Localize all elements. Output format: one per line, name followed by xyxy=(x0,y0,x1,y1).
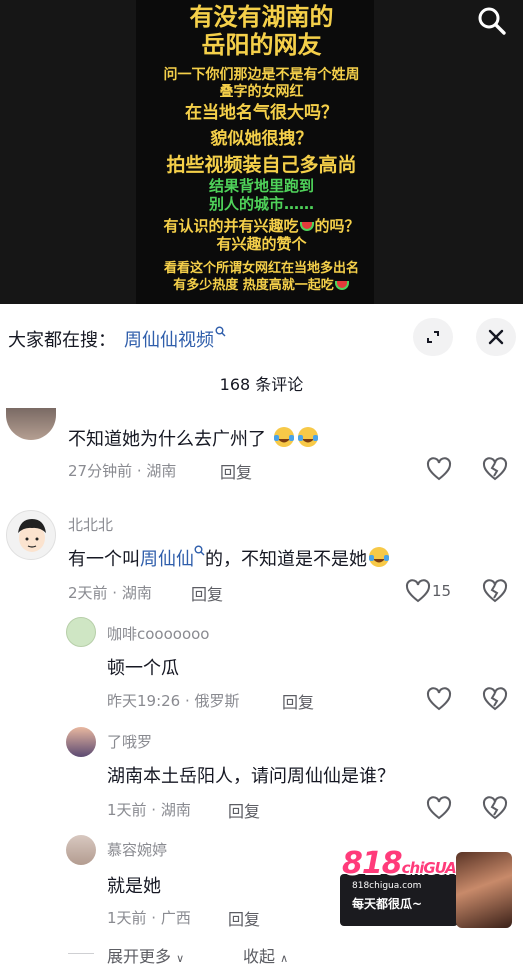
comment-time-location: 27分钟前 · 湖南 xyxy=(68,462,177,480)
like-count: 15 xyxy=(432,582,452,600)
broken-heart-icon[interactable] xyxy=(482,456,508,482)
hot-search-term-link[interactable]: 周仙仙视频 xyxy=(124,326,226,352)
video-caption-line: 拍些视频装自己多高尚 xyxy=(166,154,357,176)
comment-text: 湖南本土岳阳人，请问周仙仙是谁？ xyxy=(107,766,395,787)
expand-comments-button[interactable] xyxy=(413,318,453,356)
watermelon-icon xyxy=(334,281,349,290)
reply-button[interactable]: 回复 xyxy=(220,459,252,483)
video-caption-line: 看看这个所谓女网红在当地多出名 xyxy=(163,261,359,276)
site-watermark: 818chiGUA 818chigua.com 每天都很瓜~ xyxy=(338,846,512,930)
search-icon[interactable] xyxy=(475,4,509,38)
close-icon xyxy=(488,329,504,345)
video-caption-line: 有没有湖南的 xyxy=(189,3,334,31)
reply-button[interactable]: 回复 xyxy=(282,689,314,713)
comment-text: 不知道她为什么去广州了 xyxy=(68,425,320,451)
hot-search-prefix: 大家都在搜： xyxy=(8,330,116,351)
crying-laughing-emoji-icon xyxy=(273,427,294,447)
comment-time-location: 昨天19:26 · 俄罗斯 xyxy=(107,692,240,710)
watermelon-icon xyxy=(299,222,314,231)
heart-icon[interactable] xyxy=(404,578,432,604)
comment-text: 就是她 xyxy=(107,876,161,897)
video-caption-line: 有兴趣的赞个 xyxy=(216,235,307,253)
comment-text: 有一个叫周仙仙 的，不知道是不是她 xyxy=(68,545,391,571)
video-caption-line: 在当地名气很大吗？ xyxy=(185,103,338,123)
watermark-photo xyxy=(456,852,512,928)
commenter-name[interactable]: 慕容婉婷 xyxy=(107,839,167,860)
expand-icon xyxy=(427,331,439,343)
search-icon xyxy=(194,545,205,556)
collapse-button[interactable]: 收起 ∧ xyxy=(243,943,288,967)
reply-button[interactable]: 回复 xyxy=(228,906,260,930)
video-caption-line: 别人的城市…… xyxy=(208,195,314,213)
video-caption-line: 有多少热度 热度高就一起吃 xyxy=(0,278,523,294)
video-caption-line: 结果背地里跑到 xyxy=(208,177,314,195)
replies-footer: 展开更多 ∨ 收起 ∧ xyxy=(0,938,523,967)
avatar[interactable] xyxy=(66,727,96,757)
comment-text: 顿一个瓜 xyxy=(107,658,179,679)
crying-laughing-emoji-icon xyxy=(297,427,318,447)
comment-time-location: 1天前 · 广西 xyxy=(107,909,191,927)
video-caption-line: 叠字的女网红 xyxy=(219,84,304,100)
crying-laughing-emoji-icon xyxy=(369,547,389,567)
broken-heart-icon[interactable] xyxy=(482,578,508,604)
commenter-name[interactable]: 咖啡cooooooo xyxy=(107,623,210,644)
avatar[interactable] xyxy=(6,408,56,440)
comment-count: 168 条评论 xyxy=(219,375,304,394)
watermark-slogan: 每天都很瓜~ xyxy=(352,897,423,911)
mention-link[interactable]: 周仙仙 xyxy=(140,549,194,570)
comment-time-location: 2天前 · 湖南 xyxy=(68,584,152,602)
chevron-down-icon: ∨ xyxy=(176,952,185,965)
avatar[interactable] xyxy=(66,835,96,865)
comment-time-location: 1天前 · 湖南 xyxy=(107,801,191,819)
video-caption-line: 有认识的并有兴趣吃 的吗？ xyxy=(163,217,360,235)
video-player[interactable]: 有没有湖南的 岳阳的网友 问一下你们那边是不是有个姓周 叠字的女网红 在当地名气… xyxy=(0,0,523,304)
heart-icon[interactable] xyxy=(425,686,453,712)
broken-heart-icon[interactable] xyxy=(482,795,508,821)
reply-button[interactable]: 回复 xyxy=(228,798,260,822)
hot-search-term[interactable]: 周仙仙视频 xyxy=(124,330,214,351)
cartoon-boy-avatar-icon xyxy=(18,519,46,552)
heart-icon[interactable] xyxy=(425,456,453,482)
broken-heart-icon[interactable] xyxy=(482,686,508,712)
commenter-name[interactable]: 北北北 xyxy=(68,514,113,535)
chevron-up-icon: ∧ xyxy=(280,952,289,965)
watermark-logo: 818chiGUA xyxy=(342,846,457,881)
video-caption-line: 貌似她很拽？ xyxy=(210,129,313,149)
video-caption-line: 问一下你们那边是不是有个姓周 xyxy=(163,67,360,83)
avatar[interactable] xyxy=(6,510,56,560)
close-comments-button[interactable] xyxy=(476,318,516,356)
reply-button[interactable]: 回复 xyxy=(191,581,223,605)
video-caption-line: 岳阳的网友 xyxy=(201,31,322,59)
divider xyxy=(68,953,94,954)
watermark-url: 818chigua.com xyxy=(352,881,422,891)
search-icon xyxy=(215,326,226,337)
avatar[interactable] xyxy=(66,617,96,647)
commenter-name[interactable]: 了哦罗 xyxy=(107,731,152,752)
expand-more-button[interactable]: 展开更多 ∨ xyxy=(107,943,184,967)
heart-icon[interactable] xyxy=(425,795,453,821)
